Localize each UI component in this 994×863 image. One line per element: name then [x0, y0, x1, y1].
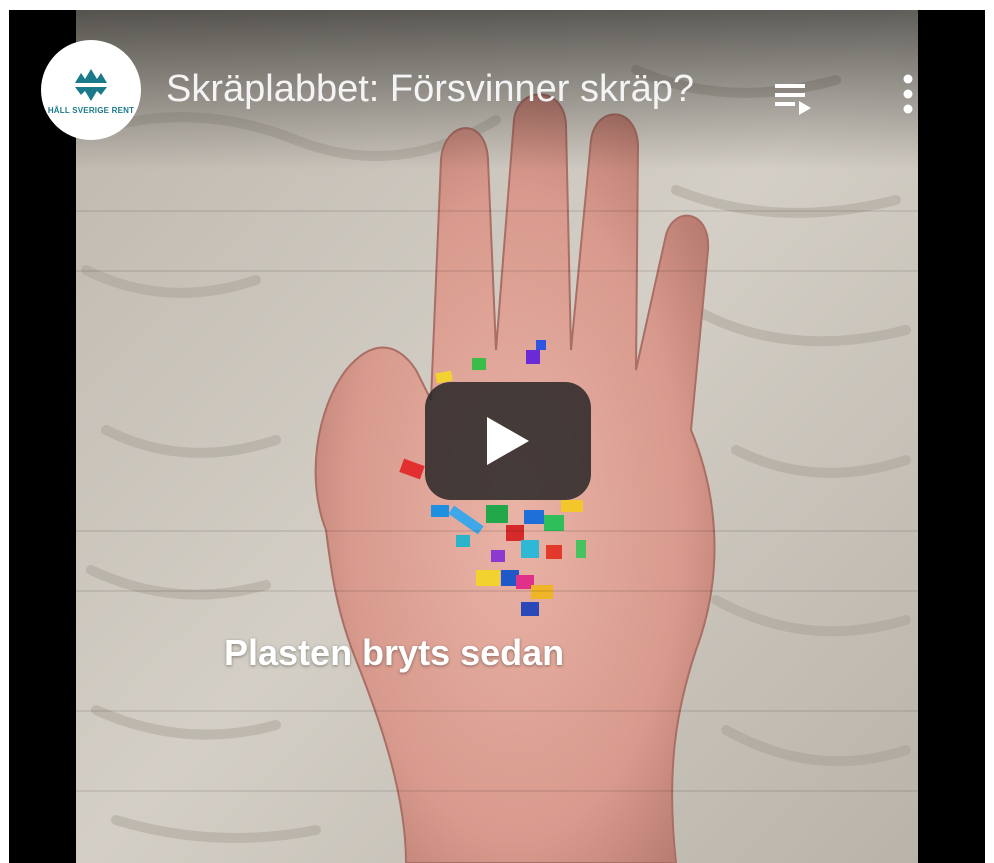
video-caption: Plasten bryts sedan — [224, 632, 565, 673]
video-player[interactable]: Plasten bryts sedan HÅLL SVERIGE RENT Sk… — [9, 10, 985, 863]
playlist-icon — [775, 84, 811, 115]
channel-avatar[interactable]: HÅLL SVERIGE RENT — [41, 40, 141, 140]
play-icon — [487, 417, 529, 465]
more-options-button[interactable] — [893, 70, 923, 120]
playlist-button[interactable] — [769, 72, 819, 122]
channel-logo-icon — [75, 69, 107, 101]
more-vertical-icon — [903, 74, 913, 114]
play-button[interactable] — [425, 382, 591, 500]
channel-logo-text: HÅLL SVERIGE RENT — [47, 106, 135, 115]
video-title[interactable]: Skräplabbet: Försvinner skräp? — [166, 68, 746, 111]
